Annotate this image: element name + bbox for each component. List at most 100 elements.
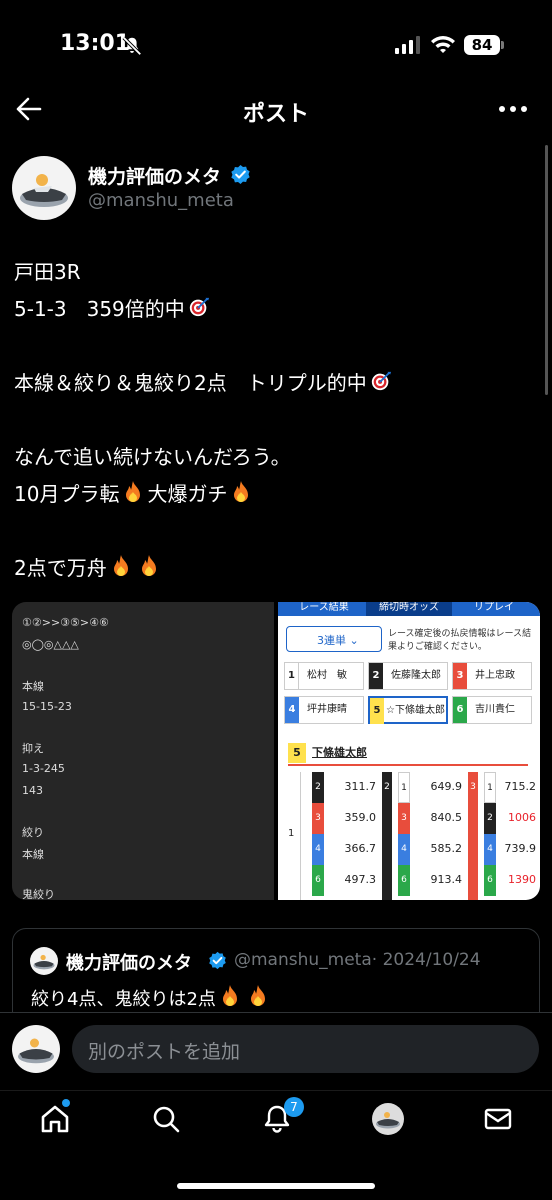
fire-emoji-icon bbox=[222, 985, 237, 1006]
racer-2: 2 佐藤隆太郎 bbox=[368, 662, 448, 690]
author-handle[interactable]: @manshu_meta bbox=[88, 190, 234, 211]
odds-value: 311.7 bbox=[344, 780, 377, 793]
post-line-text: 大爆ガチ bbox=[147, 482, 228, 506]
tab-bar: 7 bbox=[0, 1090, 552, 1200]
post-line bbox=[14, 328, 534, 365]
post-line-text: 本線＆絞り＆鬼絞り2点 トリプル的中 bbox=[14, 371, 367, 395]
more-icon[interactable] bbox=[498, 104, 528, 114]
quote-handle: @manshu_meta bbox=[234, 950, 372, 970]
racer-number: 4 bbox=[285, 697, 299, 723]
boat-avatar-icon bbox=[18, 1038, 54, 1064]
racer-name: 坪井康晴 bbox=[307, 704, 347, 715]
racer-name: 吉川貴仁 bbox=[475, 704, 515, 715]
odds-value: 649.9 bbox=[430, 780, 463, 793]
bet-type-select: 3連単 ⌄ bbox=[286, 626, 382, 652]
quote-avatar bbox=[30, 947, 58, 975]
odds-cell-num: 4 bbox=[398, 834, 410, 865]
odds-second: 1 bbox=[288, 828, 295, 839]
tab-result: レース結果 bbox=[299, 602, 349, 613]
odds-cell-num: 4 bbox=[312, 834, 324, 865]
odds-value: 840.5 bbox=[430, 811, 463, 824]
signal-icon bbox=[395, 36, 420, 54]
post-media[interactable]: ①②>>③⑤>④⑥ ◎◯◎△△△ 本線 15-15-23 抑え 1-3-245 … bbox=[12, 602, 540, 900]
quote-author-name: 機力評価のメタ bbox=[66, 953, 192, 974]
home-icon[interactable] bbox=[39, 1103, 71, 1135]
mail-icon[interactable] bbox=[482, 1103, 514, 1135]
fire-emoji-icon bbox=[250, 985, 265, 1006]
racer-number: 1 bbox=[285, 663, 299, 689]
racer-3: 3 井上忠政 bbox=[452, 662, 532, 690]
wifi-icon bbox=[431, 36, 455, 53]
reply-bar: 別のポストを追加 bbox=[0, 1012, 552, 1090]
avatar[interactable] bbox=[12, 156, 76, 220]
odds-cell-num: 1 bbox=[398, 772, 410, 803]
page-title: ポスト bbox=[242, 102, 309, 127]
odds-cell-num: 6 bbox=[312, 865, 324, 896]
fire-emoji-icon bbox=[234, 481, 249, 502]
note-line: ◎◯◎△△△ bbox=[22, 638, 79, 651]
battery-tip bbox=[501, 41, 504, 49]
note-line: 15-15-23 bbox=[22, 700, 72, 713]
home-unread-dot bbox=[62, 1099, 70, 1107]
post-line: 本線＆絞り＆鬼絞り2点 トリプル的中 bbox=[14, 365, 534, 402]
boat-avatar-icon bbox=[33, 954, 55, 970]
racer-number: 6 bbox=[453, 697, 467, 723]
reply-input[interactable]: 別のポストを追加 bbox=[72, 1025, 539, 1073]
status-time: 13:01 bbox=[60, 31, 131, 56]
boat-avatar-icon bbox=[20, 174, 68, 207]
tab-replay: リプレイ bbox=[474, 602, 514, 613]
odds-value: 739.9 bbox=[504, 842, 537, 855]
racer-1: 1 松村 敏 bbox=[284, 662, 364, 690]
note-line: 絞り bbox=[22, 826, 44, 839]
odds-cell-num: 6 bbox=[398, 865, 410, 896]
post-line-text: 5-1-3 359倍的中 bbox=[14, 297, 185, 321]
my-avatar[interactable] bbox=[12, 1025, 60, 1073]
racer-6: 6 吉川貴仁 bbox=[452, 696, 532, 724]
odds-value: 366.7 bbox=[344, 842, 377, 855]
post-line: 2点で万舟 bbox=[14, 550, 534, 587]
racer-number: 3 bbox=[453, 663, 467, 689]
racer-number: 2 bbox=[369, 663, 383, 689]
battery-icon: 84 bbox=[464, 35, 500, 55]
selected-racer: 5 下條雄太郎 bbox=[288, 742, 528, 766]
racer-name: ☆下條雄太郎 bbox=[386, 705, 445, 716]
odds-value: 1006 bbox=[508, 811, 536, 824]
post-line-text: 2点で万舟 bbox=[14, 556, 107, 580]
scrollbar[interactable] bbox=[545, 145, 548, 395]
post-line: 戸田3R bbox=[14, 260, 81, 284]
chevron-down-icon: ⌄ bbox=[349, 634, 359, 647]
racer-number: 5 bbox=[370, 698, 384, 724]
media-image-odds[interactable]: レース結果 締切時オッズ リプレイ 3連単 ⌄ レース確定後の払戻情報はレース結… bbox=[278, 602, 540, 900]
post-line bbox=[14, 402, 534, 439]
media-image-notes[interactable]: ①②>>③⑤>④⑥ ◎◯◎△△△ 本線 15-15-23 抑え 1-3-245 … bbox=[12, 602, 274, 900]
racer-name: 佐藤隆太郎 bbox=[391, 670, 441, 681]
odds-value: 585.2 bbox=[430, 842, 463, 855]
home-indicator bbox=[177, 1183, 375, 1189]
divider bbox=[300, 772, 301, 900]
odds-value: 497.3 bbox=[344, 873, 377, 886]
fire-emoji-icon bbox=[113, 555, 128, 576]
note-line: 鬼絞り bbox=[22, 888, 55, 900]
odds-value: 913.4 bbox=[430, 873, 463, 886]
verified-badge-icon bbox=[231, 164, 250, 185]
note-line: 1-3-245 bbox=[22, 762, 65, 775]
post-body: 戸田3R 5-1-3 359倍的中 本線＆絞り＆鬼絞り2点 トリプル的中 なんで… bbox=[14, 254, 534, 587]
fire-emoji-icon bbox=[126, 481, 141, 502]
search-icon[interactable] bbox=[150, 1103, 182, 1135]
bet-type-label: 3連単 bbox=[317, 634, 346, 647]
odds-cell-num: 2 bbox=[312, 772, 324, 803]
profile-avatar-icon[interactable] bbox=[372, 1103, 404, 1135]
selected-name: 下條雄太郎 bbox=[312, 746, 367, 759]
quote-text: 絞り4点、鬼絞りは2点 bbox=[31, 984, 272, 1011]
tab-odds: 締切時オッズ bbox=[366, 602, 452, 616]
target-emoji-icon bbox=[371, 371, 391, 391]
note-line: ①②>>③⑤>④⑥ bbox=[22, 616, 109, 629]
note-line: 143 bbox=[22, 784, 43, 797]
boat-avatar-icon bbox=[376, 1112, 400, 1129]
racer-name: 井上忠政 bbox=[475, 670, 515, 681]
verified-badge-icon bbox=[209, 951, 226, 970]
post-line: なんで追い続けないんだろう。 bbox=[14, 445, 291, 469]
odds-tabs: レース結果 締切時オッズ リプレイ bbox=[278, 602, 540, 616]
author-name[interactable]: 機力評価のメタ bbox=[88, 162, 221, 189]
status-bar: 13:01 84 bbox=[0, 0, 552, 90]
